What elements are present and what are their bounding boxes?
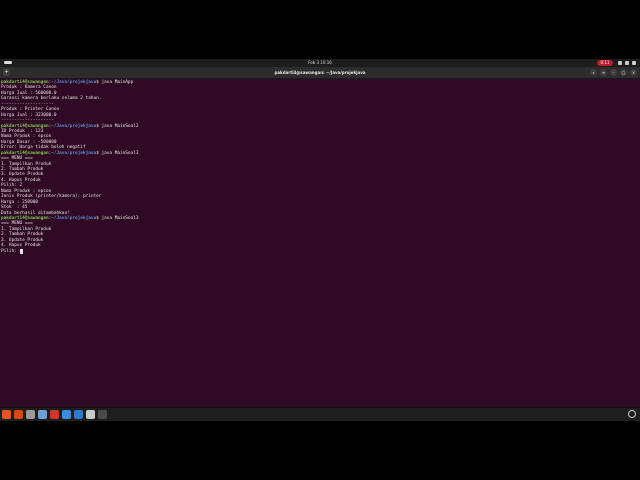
settings-icon[interactable] bbox=[86, 410, 95, 419]
prompt-user: pakdarti4@sawangan bbox=[1, 123, 49, 129]
output-text: Produk : Kamera Canon bbox=[1, 85, 57, 91]
output-text: 3. Update Produk bbox=[1, 237, 44, 243]
vscode-icon[interactable] bbox=[74, 410, 83, 419]
output-text: 3. Update Produk bbox=[1, 172, 44, 178]
system-tray[interactable] bbox=[618, 60, 636, 66]
output-text: Produk : Printer Canon bbox=[1, 107, 60, 113]
prompt-path: ~/Java/projekjava bbox=[51, 150, 97, 156]
power-icon bbox=[632, 61, 636, 65]
command-text: $ java MainApp bbox=[96, 80, 134, 85]
output-text: Jenis Produk (printer/kamera): printer bbox=[1, 194, 102, 200]
recording-indicator[interactable]: 0:11 bbox=[597, 60, 613, 66]
search-icon[interactable]: ⌕ bbox=[590, 69, 597, 76]
output-text: Harga Jual : 323000.0 bbox=[1, 112, 57, 118]
command-text: $ java MainSoal2 bbox=[96, 123, 139, 129]
output-text: -------------------- bbox=[1, 101, 54, 107]
taskbar bbox=[0, 407, 640, 421]
output-text: === MENU === bbox=[1, 156, 33, 162]
prompt-path: ~/Java/projekjava bbox=[51, 215, 97, 221]
ubuntu-icon[interactable] bbox=[2, 410, 11, 419]
terminal-output[interactable]: pakdarti4@sawangan:~/Java/projekjava$ ja… bbox=[0, 79, 640, 407]
terminal-icon[interactable] bbox=[98, 410, 107, 419]
top-bar: Feb 3 10:16 0:11 bbox=[0, 59, 640, 67]
power-menu-icon[interactable] bbox=[628, 410, 636, 418]
chrome-icon[interactable] bbox=[62, 410, 71, 419]
text-cursor bbox=[19, 248, 23, 254]
network-icon bbox=[618, 61, 622, 65]
output-text: Pilih: 2 bbox=[1, 183, 23, 189]
command-text: $ java MainSoal3 bbox=[96, 150, 139, 156]
prompt-path: ~/Java/projekjava bbox=[51, 80, 97, 85]
prompt-user: pakdarti4@sawangan bbox=[1, 150, 49, 156]
maximize-button[interactable]: □ bbox=[620, 69, 627, 76]
prompt-path: ~/Java/projekjava bbox=[51, 123, 97, 129]
output-text: 1. Tampilkan Produk bbox=[1, 161, 52, 167]
menu-icon[interactable]: ≡ bbox=[600, 69, 607, 76]
output-text: === MENU === bbox=[1, 221, 33, 227]
output-text: Nama Produk : epson bbox=[1, 134, 52, 140]
output-text: Data berhasil ditambahkan! bbox=[1, 210, 70, 216]
window-title: pakdarti4@sawangan: ~/Java/projekjava bbox=[274, 70, 366, 75]
volume-icon bbox=[625, 61, 629, 65]
command-text: $ java MainSoal3 bbox=[96, 215, 139, 221]
output-text: Error: Harga tidak boleh negatif bbox=[1, 145, 86, 151]
minimize-button[interactable]: – bbox=[610, 69, 617, 76]
pdf-viewer-icon[interactable] bbox=[50, 410, 59, 419]
output-text: 2. Tambah Produk bbox=[1, 232, 44, 238]
text-editor-icon[interactable] bbox=[38, 410, 47, 419]
output-text: -------------------- bbox=[1, 118, 54, 124]
output-text: Stok : 45 bbox=[1, 205, 28, 211]
files-icon[interactable] bbox=[26, 410, 35, 419]
output-text: Nama Produk : epson bbox=[1, 188, 52, 194]
output-line: Pilih: bbox=[1, 248, 639, 254]
output-text: 4. Hapus Produk bbox=[1, 243, 41, 249]
terminal-titlebar: + pakdarti4@sawangan: ~/Java/projekjava … bbox=[0, 67, 640, 79]
clock[interactable]: Feb 3 10:16 bbox=[0, 60, 640, 66]
output-text: Garansi kamera berlaku selama 2 tahun. bbox=[1, 96, 102, 102]
output-text: Harga : 250000 bbox=[1, 199, 39, 205]
firefox-icon[interactable] bbox=[14, 410, 23, 419]
close-button[interactable]: × bbox=[630, 69, 637, 76]
output-text: Pilih: bbox=[1, 248, 20, 254]
